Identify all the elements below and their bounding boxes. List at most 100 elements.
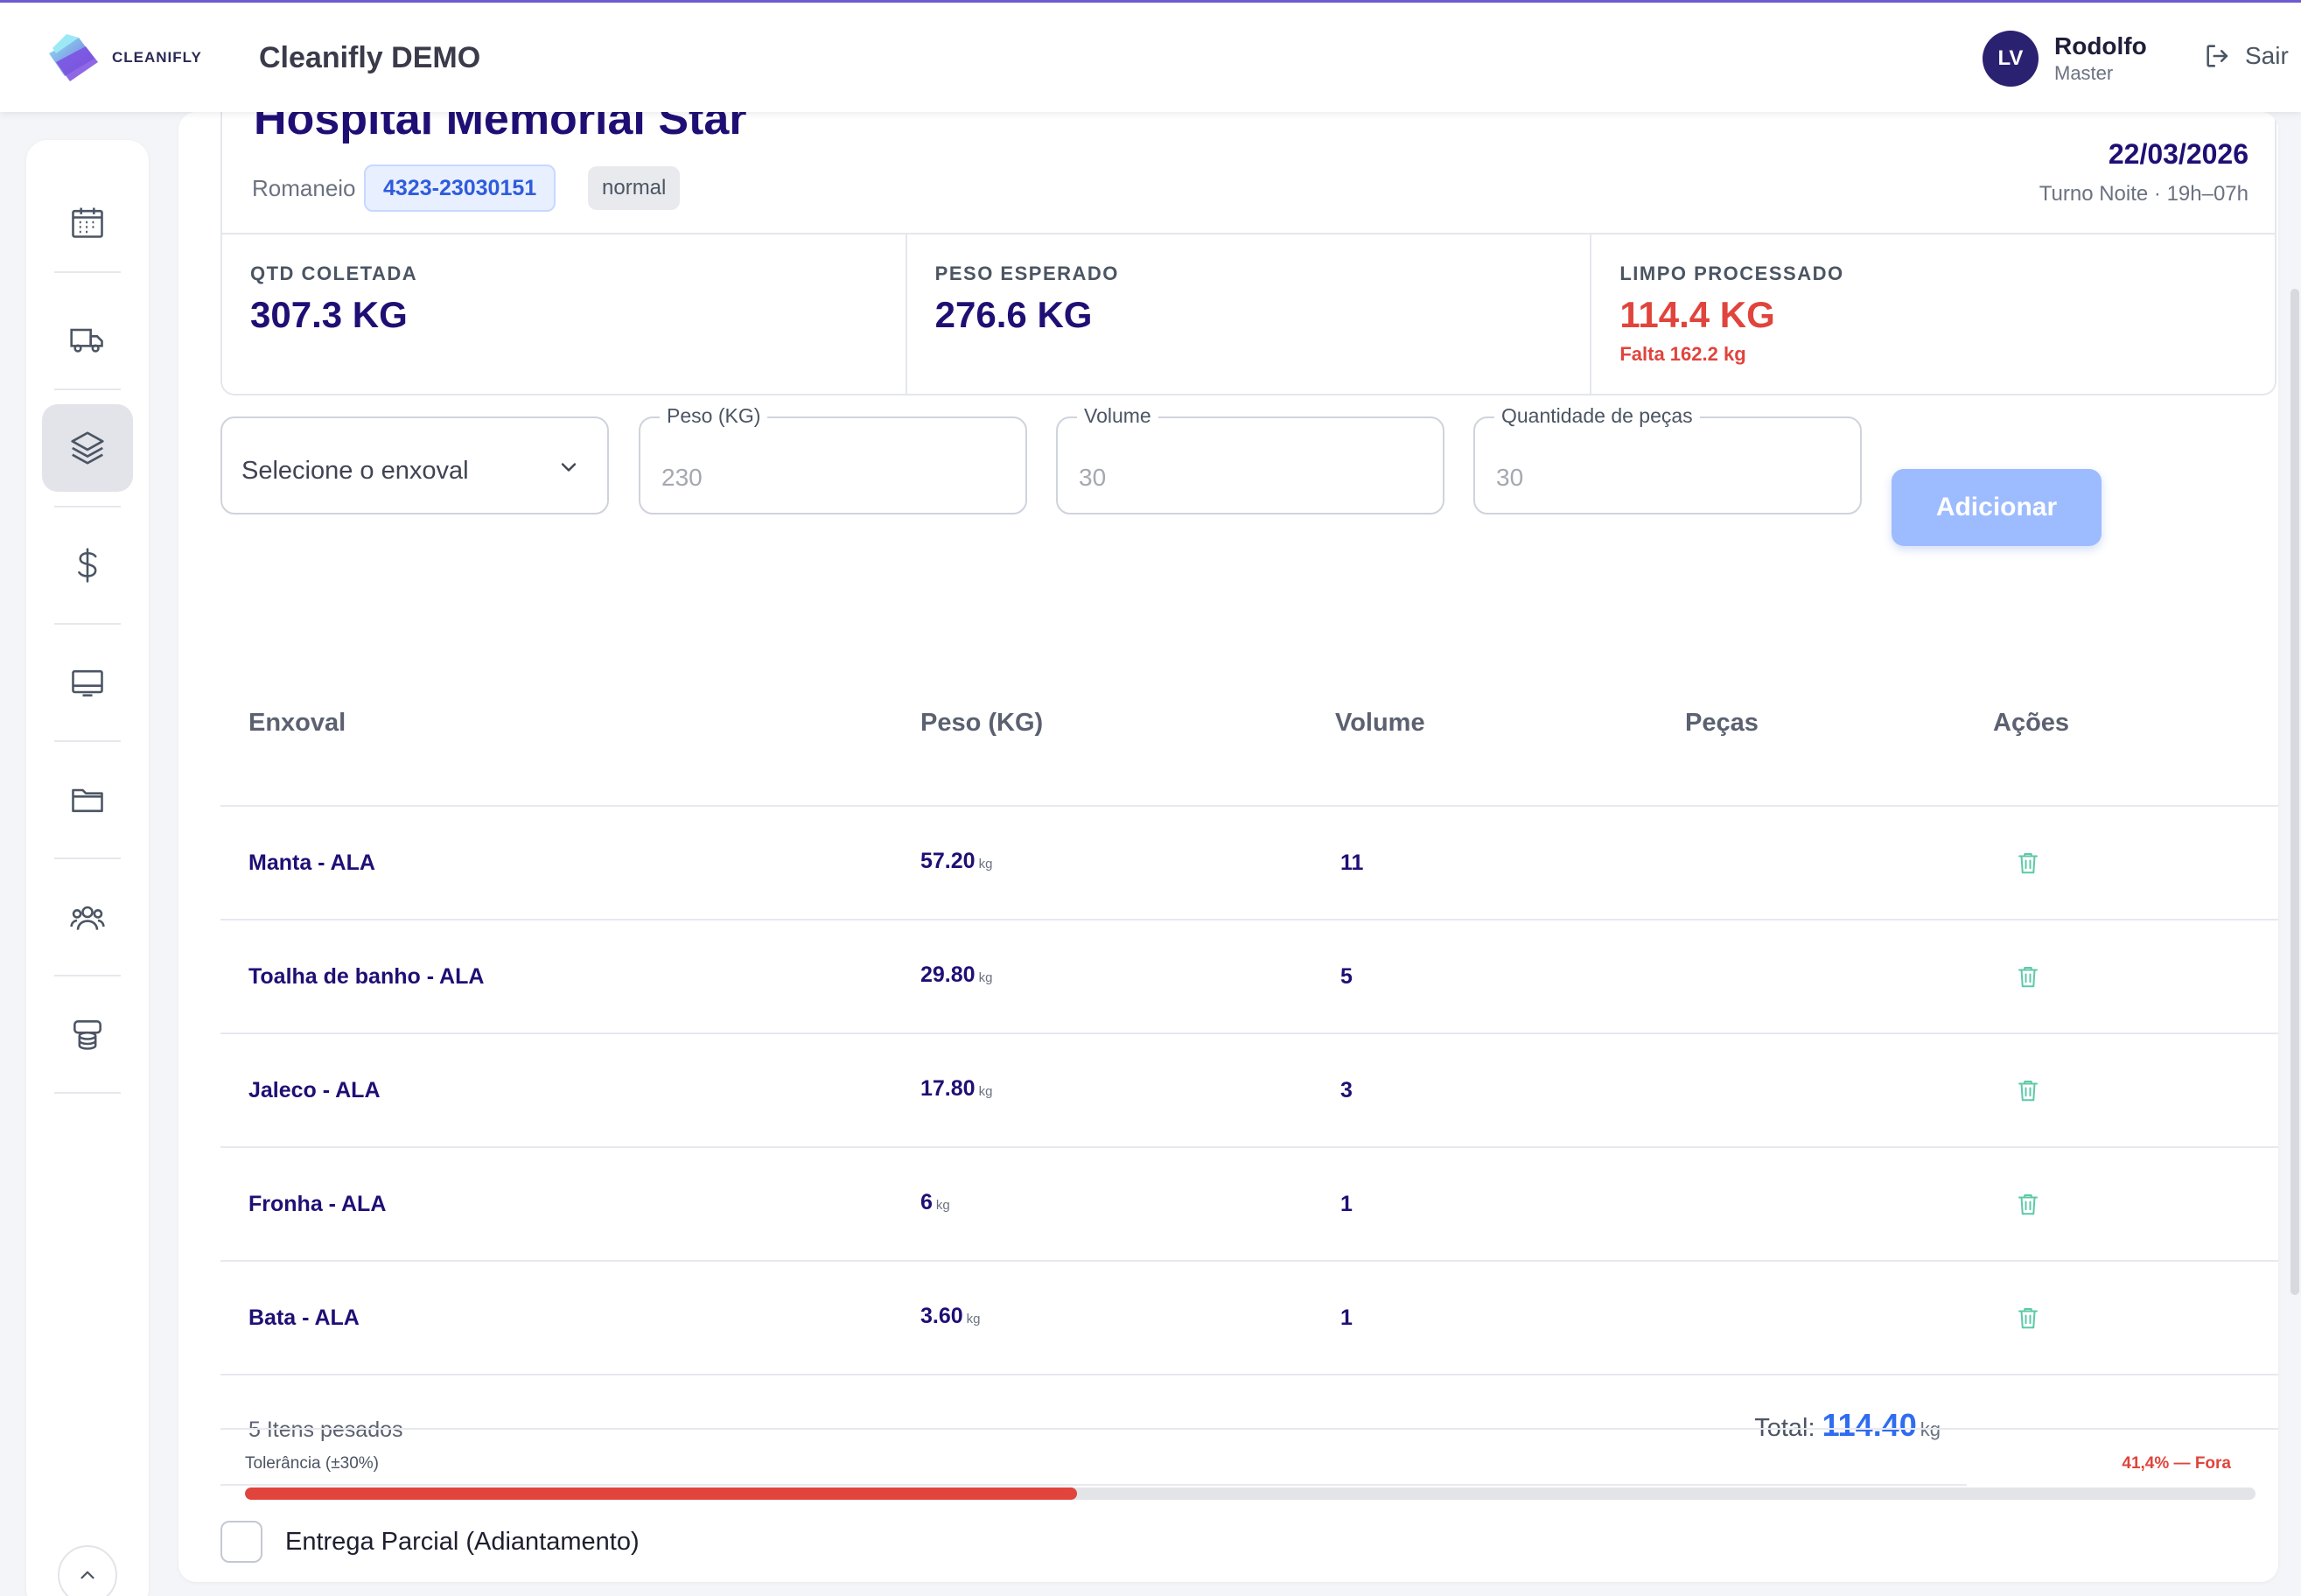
user-role: Master [2054, 62, 2114, 84]
partial-delivery-label: Entrega Parcial (Adiantamento) [285, 1527, 640, 1556]
stat-value: 307.3 KG [250, 294, 408, 335]
sidebar-item-collection[interactable] [42, 296, 133, 383]
sidebar-divider [54, 623, 121, 625]
sidebar-divider [54, 740, 121, 742]
enxoval-volume: 11 [1340, 850, 1364, 875]
weight-unit: kg [978, 857, 993, 872]
delete-row-button[interactable] [2011, 959, 2046, 994]
scroll-up-button[interactable] [58, 1545, 117, 1596]
peso-field[interactable]: Peso (KG) [639, 404, 1027, 514]
stat-expected: PESO ESPERADO 276.6 KG [907, 234, 1592, 396]
tolerance-progress-bar [245, 1488, 2256, 1500]
weight-unit: kg [978, 970, 993, 985]
sidebar-item-calendar[interactable] [42, 178, 133, 266]
total-weight: Total: 114.40 kg [1754, 1407, 1941, 1444]
romaneio-date: 22/03/2026 [2108, 138, 2249, 170]
tolerance-progress-fill [245, 1488, 1078, 1500]
weight-value: 57.20 [920, 849, 976, 873]
truck-icon [70, 328, 103, 353]
peso-label: Peso (KG) [660, 404, 768, 428]
database-icon [73, 1020, 101, 1050]
weight-unit: kg [966, 1312, 981, 1326]
column-header-peso[interactable]: Peso (KG) [920, 709, 1043, 738]
delete-row-button[interactable] [2011, 1186, 2046, 1222]
table-row: Bata - ALA 3.60 kg 1 [220, 1262, 2278, 1376]
stat-collected: QTD COLETADA 307.3 KG [222, 234, 907, 396]
pecas-field[interactable]: Quantidade de peças [1473, 404, 1862, 514]
total-value: 114.40 [1822, 1407, 1917, 1443]
stat-label: LIMPO PROCESSADO [1619, 262, 1844, 284]
weight-value: 29.80 [920, 962, 976, 987]
sidebar-divider [54, 975, 121, 976]
weight-value: 3.60 [920, 1304, 963, 1328]
enxoval-name: Bata - ALA [248, 1306, 360, 1330]
trash-icon [2015, 1190, 2041, 1218]
column-header-enxoval[interactable]: Enxoval [248, 709, 346, 738]
pecas-label: Quantidade de peças [1494, 404, 1700, 428]
weight-unit: kg [978, 1084, 993, 1099]
enxoval-select[interactable]: Selecione o enxoval [220, 416, 609, 514]
shift-label: Turno Noite · 19h–07h [2039, 182, 2249, 206]
logout-button[interactable]: Sair [2203, 41, 2289, 71]
column-header-volume[interactable]: Volume [1335, 709, 1425, 738]
chevron-down-icon [561, 463, 577, 472]
enxoval-volume: 5 [1340, 964, 1353, 989]
trash-icon [2015, 849, 2041, 877]
enxoval-name: Fronha - ALA [248, 1192, 387, 1216]
items-count: 5 Itens pesados [248, 1418, 403, 1442]
volume-label: Volume [1077, 404, 1158, 428]
user-name: Rodolfo [2054, 32, 2147, 60]
pecas-input[interactable] [1496, 464, 1839, 492]
folder-icon [72, 788, 103, 813]
volume-input[interactable] [1079, 464, 1422, 492]
enxoval-name: Jaleco - ALA [248, 1078, 381, 1102]
enxoval-weight: 6 kg [920, 1190, 950, 1215]
weight-value: 17.80 [920, 1076, 976, 1101]
tolerance-label: Tolerância (±30%) [245, 1454, 379, 1473]
sidebar-divider [54, 1092, 121, 1094]
sidebar-item-monitor[interactable] [42, 639, 133, 726]
sidebar-divider [54, 858, 121, 859]
delete-row-button[interactable] [2011, 1300, 2046, 1335]
app-title: Cleanifly DEMO [259, 41, 481, 74]
partial-delivery-checkbox[interactable] [220, 1521, 262, 1563]
table-row: Fronha - ALA 6 kg 1 [220, 1148, 2278, 1262]
chevron-up-icon [80, 1571, 94, 1579]
stat-value: 114.4 KG [1619, 294, 1775, 335]
sidebar-divider [54, 388, 121, 390]
stat-missing: Falta 162.2 kg [1619, 343, 1746, 365]
delete-row-button[interactable] [2011, 845, 2046, 880]
column-header-acoes: Ações [1993, 709, 2070, 737]
sidebar-item-finance[interactable] [42, 522, 133, 609]
trash-icon [2015, 1076, 2041, 1104]
logout-label: Sair [2245, 42, 2289, 69]
enxoval-select-value: Selecione o enxoval [241, 457, 469, 485]
tolerance-value: 41,4% — Fora [2122, 1454, 2231, 1473]
hospital-name: Hospital Memorial Star [254, 112, 747, 144]
enxoval-name: Manta - ALA [248, 850, 375, 875]
table-row: Jaleco - ALA 17.80 kg 3 [220, 1034, 2278, 1148]
enxoval-name: Toalha de banho - ALA [248, 964, 485, 989]
page-scrollbar[interactable] [2291, 289, 2299, 1295]
delete-row-button[interactable] [2011, 1073, 2046, 1108]
enxoval-volume: 1 [1340, 1192, 1353, 1216]
sidebar-item-processing[interactable] [42, 404, 133, 492]
monitor-icon [72, 669, 103, 696]
add-button[interactable]: Adicionar [1892, 469, 2102, 546]
sidebar-item-folder[interactable] [42, 756, 133, 844]
volume-field[interactable]: Volume [1056, 404, 1444, 514]
peso-input[interactable] [661, 464, 1004, 492]
users-icon [70, 906, 105, 930]
romaneio-code-badge[interactable]: 4323-23030151 [364, 164, 556, 212]
column-header-pecas[interactable]: Peças [1685, 709, 1759, 738]
enxoval-weight: 57.20 kg [920, 849, 992, 874]
brand-logo[interactable]: CLEANIFLY [44, 27, 210, 90]
sidebar-item-users[interactable] [42, 873, 133, 961]
avatar[interactable]: LV [1983, 31, 2039, 87]
enxoval-weight: 3.60 kg [920, 1304, 981, 1329]
enxoval-volume: 3 [1340, 1078, 1353, 1102]
partial-delivery-option[interactable]: Entrega Parcial (Adiantamento) [220, 1521, 640, 1563]
table-row: Manta - ALA 57.20 kg 11 [220, 807, 2278, 920]
enxoval-weight: 17.80 kg [920, 1076, 992, 1102]
sidebar-item-inventory[interactable] [42, 990, 133, 1078]
